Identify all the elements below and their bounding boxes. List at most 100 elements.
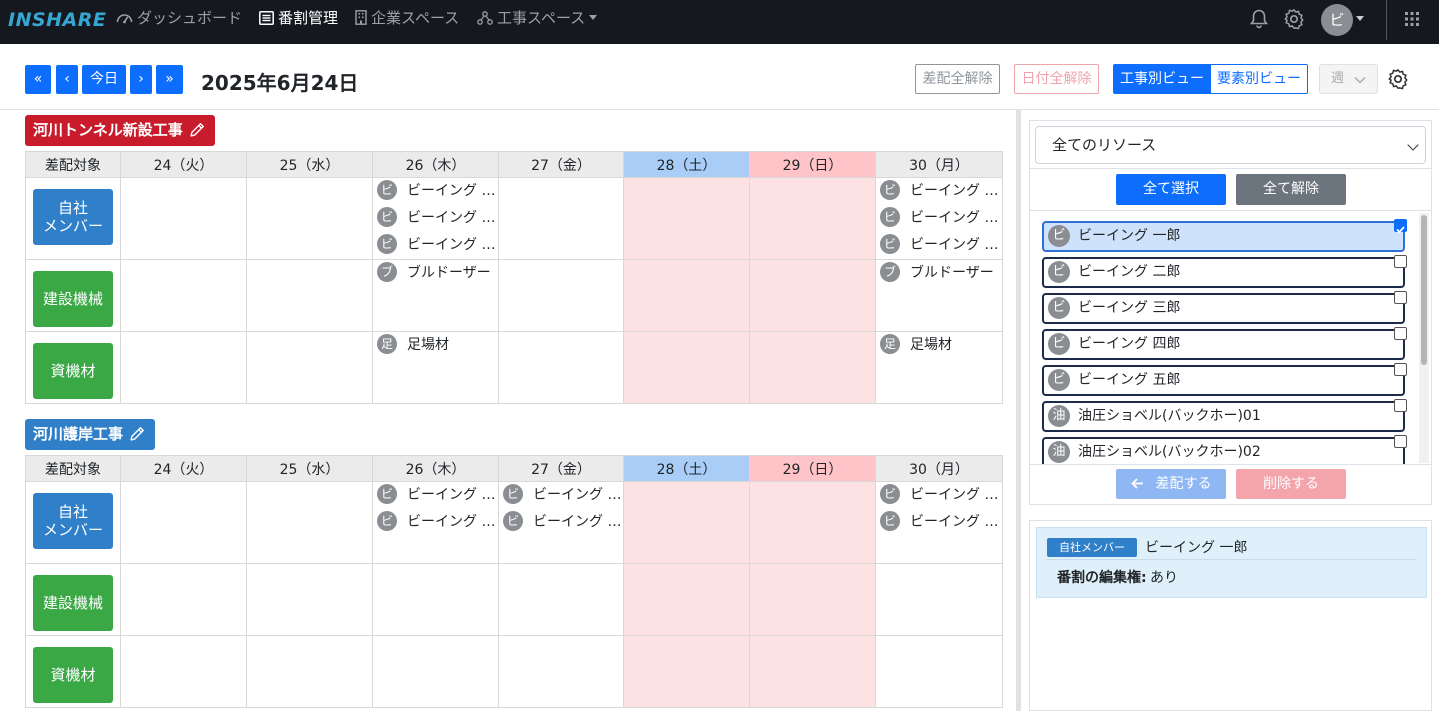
assignment-chip[interactable]: ビビーイング 五郎	[373, 509, 498, 536]
day-cell[interactable]	[498, 563, 624, 636]
assignment-chip[interactable]: ビビーイング 五郎	[876, 509, 1002, 536]
day-cell[interactable]	[749, 177, 876, 260]
assignment-chip[interactable]: ビビーイング 四郎	[876, 482, 1002, 509]
day-cell[interactable]	[498, 331, 624, 404]
settings-gear-icon[interactable]	[1387, 68, 1409, 90]
assignment-chip[interactable]: ビビーイング 五郎	[499, 509, 623, 536]
day-cell[interactable]	[623, 177, 750, 260]
clear-date-button[interactable]: 日付全解除	[1014, 64, 1099, 94]
day-cell[interactable]	[246, 635, 373, 708]
day-cell[interactable]	[623, 635, 750, 708]
assignment-chip[interactable]: 足足場材	[373, 332, 498, 359]
nav-assignment[interactable]: 番割管理	[259, 0, 338, 36]
day-cell[interactable]	[623, 331, 750, 404]
day-cell[interactable]: 足足場材	[875, 331, 1003, 404]
assignment-chip[interactable]: ビビーイング 四郎	[373, 482, 498, 509]
select-all-button[interactable]: 全て選択	[1116, 174, 1226, 205]
assignment-chip[interactable]: ビビーイング 一郎	[876, 178, 1002, 205]
day-cell[interactable]	[623, 481, 750, 564]
project-title[interactable]: 河川トンネル新設工事	[25, 115, 215, 146]
apps-grid-icon[interactable]	[1404, 11, 1420, 27]
day-cell[interactable]	[120, 635, 247, 708]
day-cell[interactable]	[875, 563, 1003, 636]
day-cell[interactable]	[623, 563, 750, 636]
day-cell[interactable]	[246, 259, 373, 332]
nav-project-space[interactable]: 工事スペース	[477, 0, 598, 36]
resource-checkbox[interactable]	[1394, 327, 1407, 340]
day-cell[interactable]	[120, 481, 247, 564]
day-cell[interactable]	[246, 563, 373, 636]
day-cell[interactable]	[623, 259, 750, 332]
pane-splitter[interactable]	[1016, 110, 1021, 711]
day-cell[interactable]: ビビーイング 四郎ビビーイング 五郎	[875, 481, 1003, 564]
resource-item[interactable]: 油油圧ショベル(バックホー)02	[1042, 437, 1405, 464]
category-machine[interactable]: 建設機械	[33, 271, 113, 327]
resource-item[interactable]: ビビーイング 三郎	[1042, 293, 1405, 324]
day-cell[interactable]	[120, 563, 247, 636]
assignment-chip[interactable]: ビビーイング 三郎	[876, 232, 1002, 259]
nav-dashboard[interactable]: ダッシュボード	[116, 0, 242, 36]
day-cell[interactable]: ブブルドーザー	[875, 259, 1003, 332]
category-material[interactable]: 資機材	[33, 343, 113, 399]
resource-checkbox[interactable]	[1394, 363, 1407, 376]
last-page-button[interactable]: »	[156, 65, 183, 94]
first-page-button[interactable]: «	[25, 65, 51, 94]
day-cell[interactable]: 足足場材	[372, 331, 499, 404]
resource-checkbox[interactable]	[1394, 435, 1407, 448]
day-cell[interactable]	[498, 635, 624, 708]
day-cell[interactable]	[749, 563, 876, 636]
category-material[interactable]: 資機材	[33, 647, 113, 703]
user-avatar[interactable]: ビ	[1321, 4, 1353, 36]
day-cell[interactable]: ビビーイング 四郎ビビーイング 五郎	[372, 481, 499, 564]
category-member[interactable]: 自社 メンバー	[33, 493, 113, 549]
prev-button[interactable]: ‹	[56, 65, 78, 94]
day-cell[interactable]	[749, 481, 876, 564]
resource-checkbox[interactable]	[1394, 255, 1407, 268]
pencil-icon[interactable]	[189, 122, 205, 138]
assignment-chip[interactable]: ビビーイング 二郎	[876, 205, 1002, 232]
delete-button[interactable]: 削除する	[1236, 469, 1346, 499]
next-button[interactable]: ›	[130, 65, 152, 94]
resource-list-scroll-thumb[interactable]	[1421, 215, 1427, 365]
avatar-chevron-icon[interactable]	[1356, 16, 1364, 21]
assignment-chip[interactable]: ビビーイング 二郎	[373, 205, 498, 232]
day-cell[interactable]	[246, 331, 373, 404]
day-cell[interactable]	[120, 259, 247, 332]
assignment-chip[interactable]: ビビーイング 四郎	[499, 482, 623, 509]
day-cell[interactable]: ビビーイング 一郎ビビーイング 二郎ビビーイング 三郎	[875, 177, 1003, 260]
day-cell[interactable]	[498, 177, 624, 260]
resource-item[interactable]: ビビーイング 一郎	[1042, 221, 1405, 252]
day-cell[interactable]: ビビーイング 一郎ビビーイング 二郎ビビーイング 三郎	[372, 177, 499, 260]
resource-item[interactable]: 油油圧ショベル(バックホー)01	[1042, 401, 1405, 432]
resource-item[interactable]: ビビーイング 五郎	[1042, 365, 1405, 396]
assignment-chip[interactable]: ブブルドーザー	[876, 260, 1002, 287]
today-button[interactable]: 今日	[82, 65, 126, 94]
day-cell[interactable]	[749, 635, 876, 708]
resource-item[interactable]: ビビーイング 二郎	[1042, 257, 1405, 288]
period-select[interactable]: 週	[1319, 64, 1378, 94]
clear-all-button[interactable]: 全て解除	[1236, 174, 1346, 205]
resource-checkbox[interactable]	[1394, 291, 1407, 304]
day-cell[interactable]	[498, 259, 624, 332]
pencil-icon[interactable]	[129, 426, 145, 442]
project-title[interactable]: 河川護岸工事	[25, 419, 155, 450]
clear-assign-button[interactable]: 差配全解除	[915, 64, 1000, 94]
nav-company-space[interactable]: 企業スペース	[355, 0, 459, 36]
day-cell[interactable]	[749, 331, 876, 404]
day-cell[interactable]: ビビーイング 四郎ビビーイング 五郎	[498, 481, 624, 564]
app-logo[interactable]: INSHARE	[8, 9, 106, 31]
assignment-chip[interactable]: ビビーイング 一郎	[373, 178, 498, 205]
day-cell[interactable]	[875, 635, 1003, 708]
day-cell[interactable]	[372, 563, 499, 636]
assign-button[interactable]: 差配する	[1116, 469, 1226, 499]
category-machine[interactable]: 建設機械	[33, 575, 113, 631]
assignment-chip[interactable]: ブブルドーザー	[373, 260, 498, 287]
resource-checkbox[interactable]	[1394, 399, 1407, 412]
bell-icon[interactable]	[1249, 8, 1269, 30]
day-cell[interactable]	[246, 481, 373, 564]
resource-filter-select[interactable]: 全てのリソース	[1035, 126, 1426, 164]
category-member[interactable]: 自社 メンバー	[33, 189, 113, 245]
view-by-project-button[interactable]: 工事別ビュー	[1113, 64, 1211, 94]
day-cell[interactable]	[372, 635, 499, 708]
day-cell[interactable]	[120, 331, 247, 404]
